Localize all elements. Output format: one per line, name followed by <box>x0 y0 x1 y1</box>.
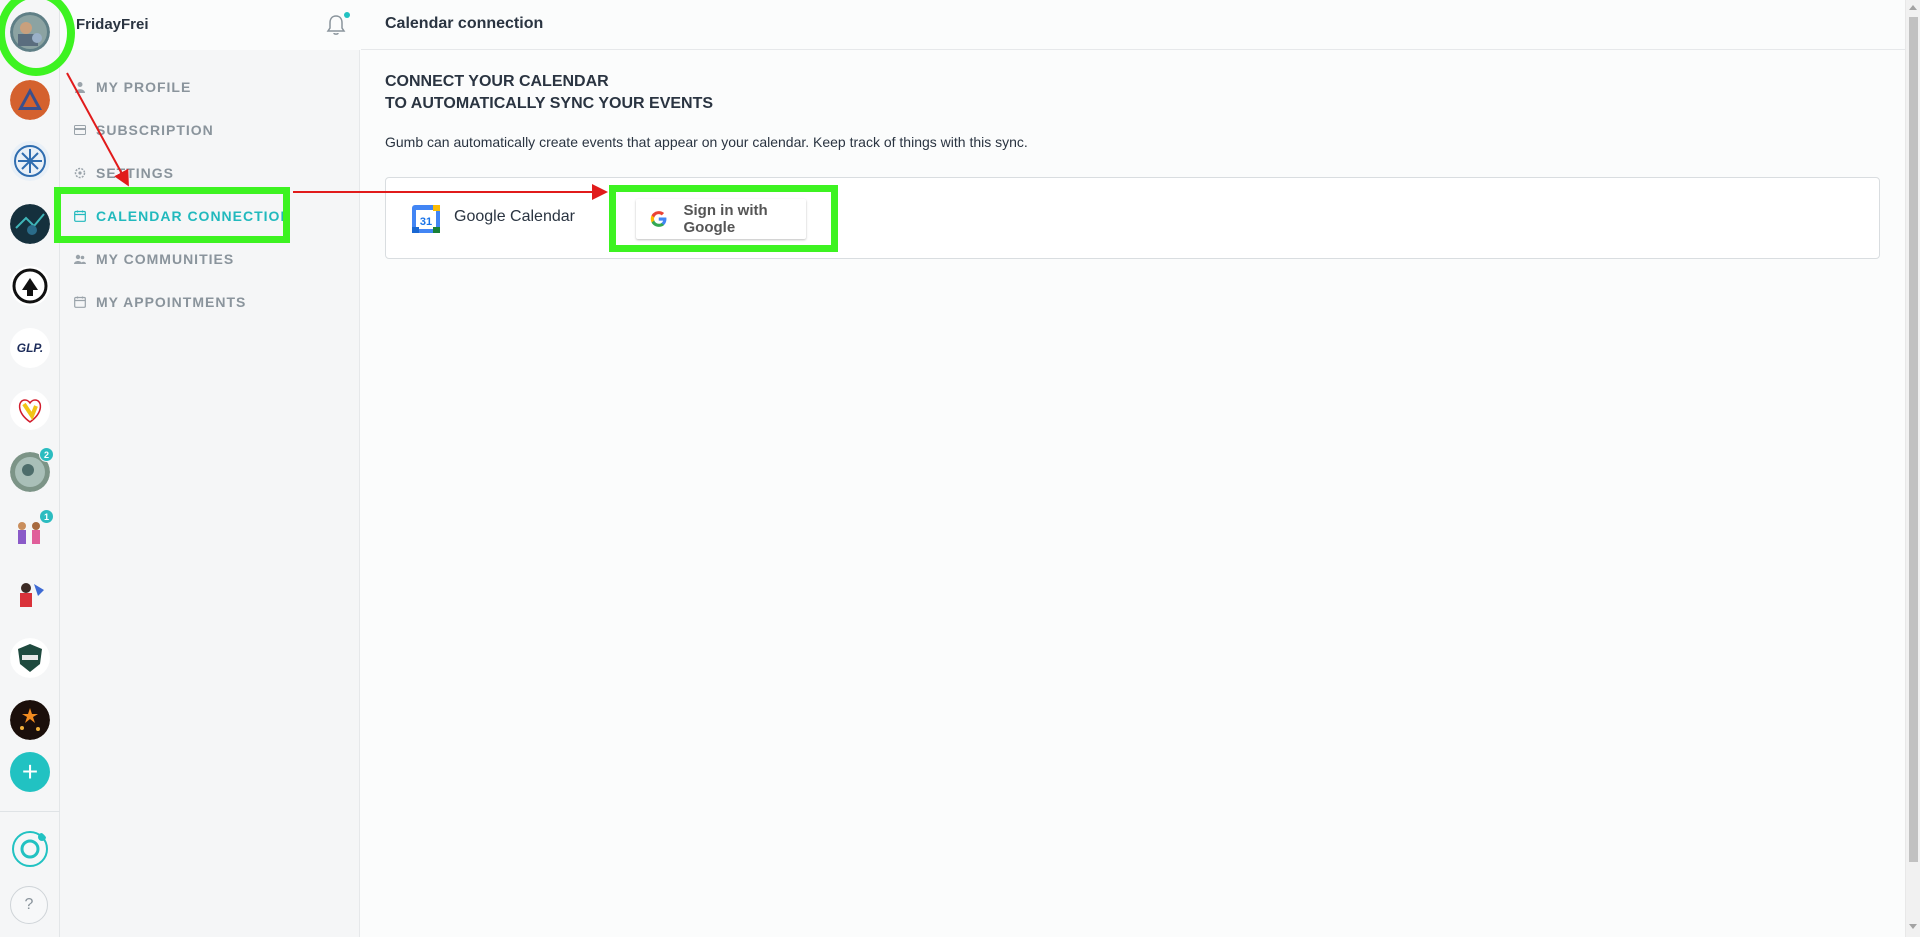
community-dark-blue[interactable] <box>10 204 50 244</box>
user-avatar[interactable] <box>10 12 50 52</box>
sidebar-item-subscription[interactable]: SUBSCRIPTION <box>74 119 214 141</box>
community-snowflake[interactable] <box>10 141 50 181</box>
sidebar-item-label: MY APPOINTMENTS <box>96 294 247 310</box>
scroll-up-icon[interactable] <box>1909 5 1917 10</box>
heading-line-1: CONNECT YOUR CALENDAR <box>385 73 609 90</box>
svg-text:31: 31 <box>420 216 432 228</box>
notification-badge: 2 <box>39 447 54 462</box>
page-header: Calendar connection <box>361 0 1905 50</box>
notification-dot <box>344 12 350 18</box>
notification-badge: 1 <box>39 509 54 524</box>
person-icon <box>74 81 86 93</box>
sidebar-item-label: CALENDAR CONNECTION <box>96 208 292 224</box>
help-button[interactable]: ? <box>10 886 48 924</box>
google-calendar-icon: 31 <box>412 205 440 233</box>
sidebar-item-settings[interactable]: SETTINGS <box>74 162 174 184</box>
sidebar-item-my-communities[interactable]: MY COMMUNITIES <box>74 248 234 270</box>
community-glp[interactable]: GLP. <box>10 328 50 368</box>
community-night[interactable] <box>10 700 50 740</box>
calendar-provider-card: 31 Google Calendar Sign in with Google <box>385 177 1880 259</box>
vertical-scrollbar[interactable] <box>1905 0 1920 937</box>
settings-sidebar: FridayFrei MY PROFILE SUBSCRIPTION SETTI… <box>60 0 360 937</box>
provider-label: Google Calendar <box>454 208 575 225</box>
group-icon <box>74 253 86 265</box>
community-crest[interactable] <box>10 266 50 306</box>
sidebar-item-label: SETTINGS <box>96 165 175 181</box>
google-signin-label: Sign in with Google <box>683 202 768 236</box>
section-description: Gumb can automatically create events tha… <box>385 134 1028 150</box>
community-rail: GLP. 2 1 + ? <box>0 0 60 937</box>
sidebar-header: FridayFrei <box>60 0 360 50</box>
calendar-icon <box>74 296 86 308</box>
page-title: Calendar connection <box>385 15 544 32</box>
card-icon <box>74 124 86 136</box>
gear-icon <box>74 167 86 179</box>
sidebar-item-my-appointments[interactable]: MY APPOINTMENTS <box>74 291 246 313</box>
section-heading: CONNECT YOUR CALENDAR TO AUTOMATICALLY S… <box>385 71 713 115</box>
add-community-button[interactable]: + <box>10 752 50 792</box>
rail-divider <box>0 811 60 812</box>
calendar-icon <box>74 210 86 222</box>
community-shield[interactable] <box>10 638 50 678</box>
community-kids[interactable] <box>10 576 50 616</box>
sidebar-item-label: MY COMMUNITIES <box>96 251 235 267</box>
sidebar-item-calendar-connection[interactable]: CALENDAR CONNECTION <box>74 205 292 227</box>
google-g-icon <box>650 211 667 227</box>
scroll-down-icon[interactable] <box>1909 924 1917 929</box>
heading-line-2: TO AUTOMATICALLY SYNC YOUR EVENTS <box>385 95 714 112</box>
google-signin-button[interactable]: Sign in with Google <box>636 199 806 239</box>
bell-icon[interactable] <box>326 14 346 36</box>
scroll-thumb[interactable] <box>1909 17 1918 862</box>
community-heart[interactable] <box>10 390 50 430</box>
main-content: Calendar connection CONNECT YOUR CALENDA… <box>361 0 1905 937</box>
sidebar-item-label: SUBSCRIPTION <box>96 122 214 138</box>
community-orange-triangle[interactable] <box>10 80 50 120</box>
sidebar-item-label: MY PROFILE <box>96 79 192 95</box>
sidebar-item-my-profile[interactable]: MY PROFILE <box>74 76 191 98</box>
username: FridayFrei <box>76 16 149 33</box>
discover-icon[interactable] <box>10 829 50 869</box>
